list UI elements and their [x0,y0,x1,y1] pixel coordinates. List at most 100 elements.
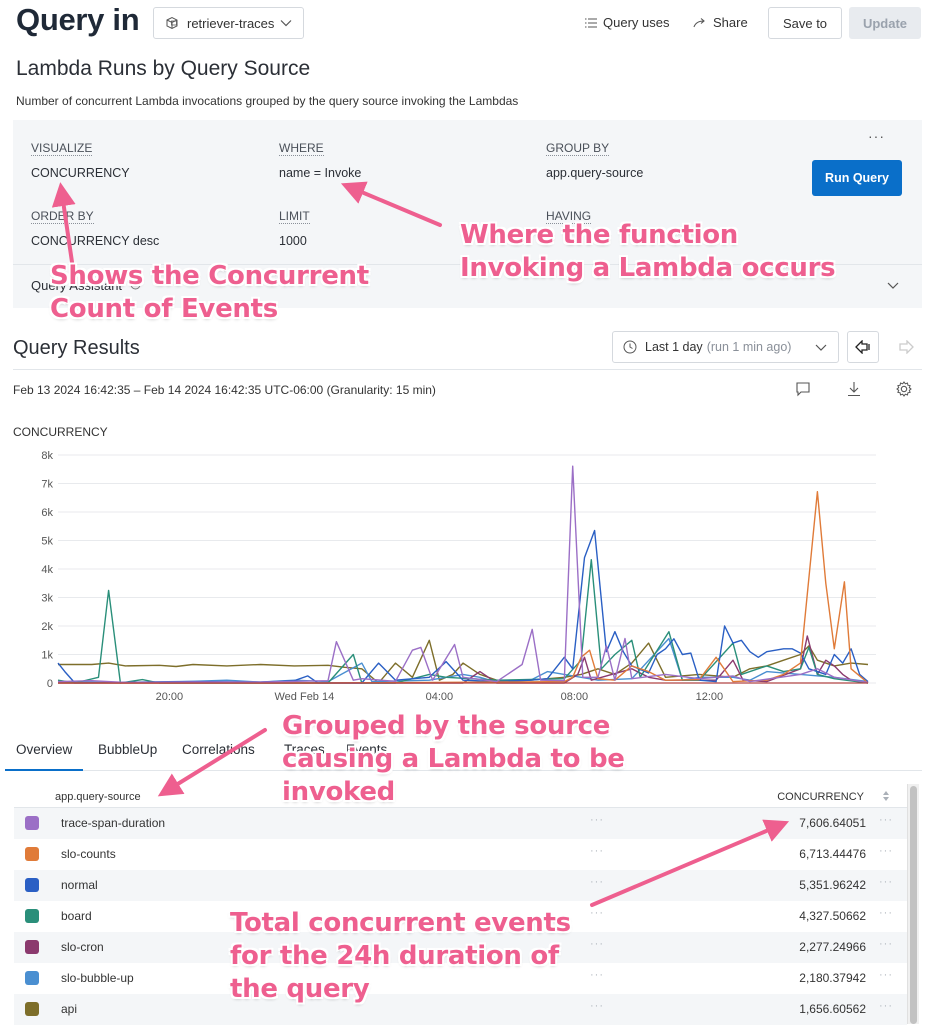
query-source-name: slo-bubble-up [61,971,134,985]
query-source-name: api [61,1002,78,1016]
order-by-value: CONCURRENCY desc [31,234,160,248]
cell-menu-icon[interactable]: ··· [590,907,604,919]
query-time-range: Feb 13 2024 16:42:35 – Feb 14 2024 16:42… [13,383,436,397]
cell-menu-icon[interactable]: ··· [590,938,604,950]
annotation-total: Total concurrent events for the 24h dura… [230,908,571,1004]
series-color-swatch[interactable] [25,847,39,861]
cell-menu-icon[interactable]: ··· [590,876,604,888]
column-header-query-source[interactable]: app.query-source [55,791,141,803]
concurrency-value: 2,180.37942 [799,971,866,985]
y-tick-label: 0 [47,678,53,690]
visualize-clause[interactable]: VISUALIZE CONCURRENCY [31,139,130,180]
column-header-concurrency[interactable]: CONCURRENCY [777,791,864,803]
chart-metric-label: CONCURRENCY [13,425,108,439]
row-menu-icon[interactable]: ··· [879,1000,893,1012]
series-color-swatch[interactable] [25,878,39,892]
series-line-trace-span-duration[interactable] [57,465,869,684]
x-tick-label: 08:00 [561,691,589,703]
concurrency-line-chart[interactable]: 0 1k 2k 3k 4k 5k 6k 7k 8k 20:00 Wed Feb 14 04:00 08… [0,440,933,710]
time-range-picker[interactable]: Last 1 day (run 1 min ago) [612,331,839,363]
concurrency-value: 4,327.50662 [799,909,866,923]
concurrency-value: 7,606.64051 [799,816,866,830]
clock-icon [623,340,637,354]
table-row[interactable]: normal ··· 5,351.96242 ··· [14,870,907,901]
cell-menu-icon[interactable]: ··· [590,845,604,857]
concurrency-value: 5,351.96242 [799,878,866,892]
share-arrow-icon [693,17,705,27]
row-menu-icon[interactable]: ··· [879,938,893,950]
time-range-sub: (run 1 min ago) [706,340,792,354]
gear-icon[interactable] [896,381,912,397]
dataset-name: retriever-traces [187,15,275,31]
query-source-name: slo-counts [61,847,116,861]
annotation-where: Where the function Invoking a Lambda occ… [460,220,836,283]
table-row[interactable]: trace-span-duration ··· 7,606.64051 ··· [14,808,907,839]
table-row[interactable]: slo-counts ··· 6,713.44476 ··· [14,839,907,870]
row-menu-icon[interactable]: ··· [879,814,893,826]
dataset-select[interactable]: retriever-traces [153,7,304,39]
where-value: name = Invoke [279,166,362,180]
group-by-clause[interactable]: GROUP BY app.query-source [546,139,643,180]
visualize-value: CONCURRENCY [31,166,130,180]
cell-menu-icon[interactable]: ··· [590,1000,604,1012]
order-by-label: ORDER BY [31,209,94,224]
download-icon[interactable] [846,381,862,397]
update-button[interactable]: Update [849,7,921,39]
concurrency-value: 2,277.24966 [799,940,866,954]
query-uses-button[interactable]: Query uses [585,15,669,30]
series-color-swatch[interactable] [25,971,39,985]
row-menu-icon[interactable]: ··· [879,907,893,919]
table-scrollbar[interactable] [907,784,919,1024]
series-line-board[interactable] [57,558,869,684]
history-forward-button[interactable] [890,331,922,363]
query-uses-label: Query uses [603,15,670,30]
tab-correlations[interactable]: Correlations [182,742,255,757]
series-color-swatch[interactable] [25,1002,39,1016]
series-color-swatch[interactable] [25,940,39,954]
series-color-swatch[interactable] [25,816,39,830]
y-tick-label: 2k [41,621,53,633]
row-menu-icon[interactable]: ··· [879,876,893,888]
time-range-label: Last 1 day [645,340,703,354]
y-tick-label: 5k [41,536,53,548]
dataset-icon [166,16,178,30]
run-query-button[interactable]: Run Query [812,160,902,196]
query-description: Number of concurrent Lambda invocations … [16,94,519,108]
list-icon [585,18,597,27]
series-line-normal[interactable] [57,529,869,684]
chevron-down-icon [815,344,827,351]
history-back-button[interactable] [847,331,879,363]
results-title: Query Results [13,337,140,359]
limit-label: LIMIT [279,209,310,224]
query-source-name: board [61,909,92,923]
comment-icon[interactable] [795,381,811,397]
tab-bubbleup[interactable]: BubbleUp [98,742,157,757]
cell-menu-icon[interactable]: ··· [590,814,604,826]
x-tick-label: 12:00 [696,691,724,703]
query-source-name: normal [61,878,98,892]
limit-clause[interactable]: LIMIT 1000 [279,207,310,248]
query-name: Lambda Runs by Query Source [16,57,311,80]
tab-overview[interactable]: Overview [4,742,84,771]
y-tick-label: 8k [41,450,53,462]
where-clause[interactable]: WHERE name = Invoke [279,139,361,180]
share-label: Share [713,15,748,30]
series-color-swatch[interactable] [25,909,39,923]
y-tick-label: 7k [41,479,53,491]
row-menu-icon[interactable]: ··· [879,969,893,981]
concurrency-value: 1,656.60562 [799,1002,866,1016]
sort-icon[interactable] [882,790,890,802]
arrow-left-icon [855,340,870,354]
order-by-clause[interactable]: ORDER BY CONCURRENCY desc [31,207,159,248]
results-divider [13,369,922,370]
group-by-value: app.query-source [546,166,644,180]
cell-menu-icon[interactable]: ··· [590,969,604,981]
scrollbar-thumb[interactable] [910,786,917,1024]
save-to-button[interactable]: Save to [768,7,842,39]
chevron-down-icon[interactable] [886,280,900,290]
row-menu-icon[interactable]: ··· [879,845,893,857]
share-button[interactable]: Share [693,15,748,30]
more-options-button[interactable]: ··· [868,128,885,144]
x-tick-label: Wed Feb 14 [275,691,335,703]
limit-value: 1000 [279,234,307,248]
